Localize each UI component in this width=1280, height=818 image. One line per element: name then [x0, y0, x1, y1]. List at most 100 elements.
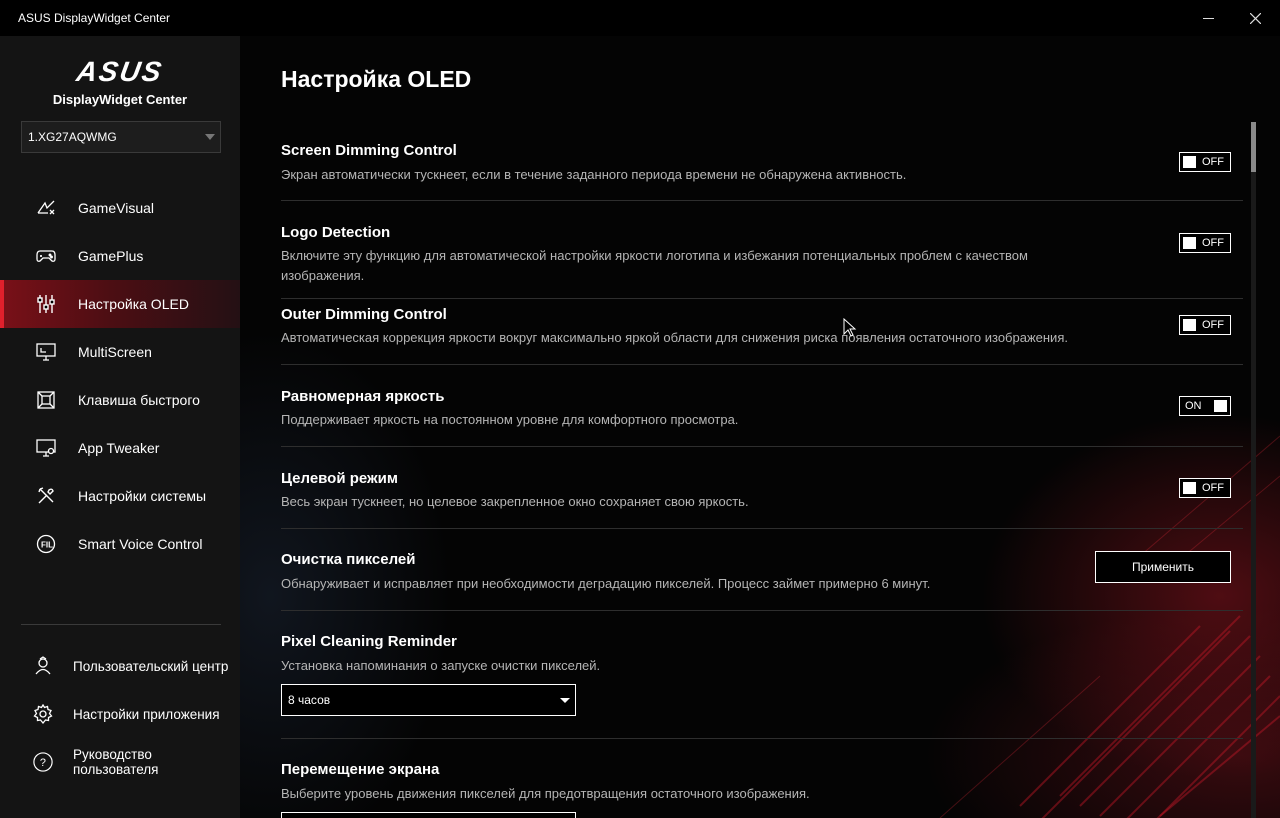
multiscreen-icon	[36, 342, 56, 362]
sidebar-nav: GameVisual GamePlus Настройка OLED Multi…	[0, 184, 240, 568]
toggle-knob	[1183, 156, 1196, 168]
setting-description: Обнаруживает и исправляет при необходимо…	[281, 576, 931, 591]
setting-description: Поддерживает яркость на постоянном уровн…	[281, 412, 739, 427]
minimize-button[interactable]	[1193, 6, 1223, 30]
sidebar-item-app-settings[interactable]: Настройки приложения	[0, 690, 240, 738]
setting-description: Автоматическая коррекция яркости вокруг …	[281, 330, 1068, 345]
sidebar-item-gameplus[interactable]: GamePlus	[0, 232, 240, 280]
sidebar-item-label: Руководство пользователя	[73, 747, 159, 777]
tools-icon	[36, 486, 56, 506]
setting-pixel-cleaning-reminder: Pixel Cleaning Reminder Установка напоми…	[281, 611, 1243, 739]
uniform-brightness-toggle[interactable]: ON	[1179, 396, 1231, 416]
apply-button[interactable]: Применить	[1095, 551, 1231, 583]
logo-detection-toggle[interactable]: OFF	[1179, 233, 1231, 253]
setting-description: Весь экран тускнеет, но целевое закрепле…	[281, 494, 749, 509]
toggle-state: OFF	[1202, 319, 1224, 331]
setting-description: Включите эту функцию для автоматической …	[281, 248, 1028, 283]
sidebar-item-user-guide[interactable]: ? Руководство пользователя	[0, 738, 240, 786]
sidebar: ASUS DisplayWidget Center 1.XG27AQWMG Ga…	[0, 36, 240, 818]
sidebar-item-label: GameVisual	[78, 200, 155, 216]
help-icon: ?	[33, 752, 53, 772]
setting-title: Очистка пикселей	[281, 551, 416, 568]
toggle-knob	[1214, 400, 1227, 412]
toggle-state: OFF	[1202, 482, 1224, 494]
setting-description: Установка напоминания о запуске очистки …	[281, 658, 601, 673]
sidebar-item-label: Настройки приложения	[73, 706, 220, 722]
product-name: DisplayWidget Center	[52, 92, 188, 107]
sidebar-item-system-settings[interactable]: Настройки системы	[0, 472, 240, 520]
chevron-down-icon	[205, 134, 215, 140]
sidebar-item-label: Настройка OLED	[78, 296, 189, 312]
setting-screen-dimming: Screen Dimming Control Экран автоматичес…	[281, 132, 1243, 201]
svg-text:FIL: FIL	[41, 541, 53, 550]
setting-target-mode: Целевой режим Весь экран тускнеет, но це…	[281, 447, 1243, 529]
setting-title: Outer Dimming Control	[281, 306, 447, 323]
asus-logo: ASUS DisplayWidget Center	[0, 56, 240, 107]
toggle-knob	[1183, 482, 1196, 494]
setting-title: Pixel Cleaning Reminder	[281, 633, 457, 650]
close-button[interactable]	[1240, 6, 1270, 30]
user-center-icon	[33, 656, 53, 676]
app-tweaker-icon	[36, 438, 56, 458]
title-bar: ASUS DisplayWidget Center	[0, 0, 1280, 36]
toggle-state: ON	[1185, 400, 1202, 412]
toggle-state: OFF	[1202, 237, 1224, 249]
sidebar-item-app-tweaker[interactable]: App Tweaker	[0, 424, 240, 472]
setting-description: Выберите уровень движения пикселей для п…	[281, 786, 810, 801]
sidebar-item-oled[interactable]: Настройка OLED	[0, 280, 240, 328]
brand-logo: ASUS	[74, 56, 166, 87]
toggle-state: OFF	[1202, 156, 1224, 168]
reminder-interval-value: 8 часов	[288, 693, 331, 707]
mouse-cursor-icon	[843, 318, 857, 337]
reminder-interval-select[interactable]: 8 часов	[281, 684, 576, 716]
voice-control-icon: FIL	[36, 534, 56, 554]
gear-icon	[33, 704, 53, 724]
sidebar-item-label: App Tweaker	[78, 440, 160, 456]
sidebar-item-label: Настройки системы	[78, 488, 207, 504]
setting-pixel-cleaning: Очистка пикселей Обнаруживает и исправля…	[281, 529, 1243, 611]
oled-sliders-icon	[36, 294, 56, 314]
sidebar-item-smart-voice[interactable]: FIL Smart Voice Control	[0, 520, 240, 568]
sidebar-item-label: Smart Voice Control	[78, 536, 203, 552]
sidebar-item-label: MultiScreen	[78, 344, 152, 360]
toggle-knob	[1183, 319, 1196, 331]
sidebar-item-label: Клавиша быстрого	[78, 392, 200, 408]
outer-dimming-toggle[interactable]: OFF	[1179, 315, 1231, 335]
monitor-select-value: 1.XG27AQWMG	[28, 130, 117, 144]
sidebar-bottom-nav: Пользовательский центр Настройки приложе…	[0, 642, 240, 786]
close-icon	[1249, 12, 1261, 24]
svg-text:?: ?	[40, 757, 46, 769]
window-title: ASUS DisplayWidget Center	[18, 11, 171, 25]
sidebar-item-user-center[interactable]: Пользовательский центр	[0, 642, 240, 690]
sidebar-item-multiscreen[interactable]: MultiScreen	[0, 328, 240, 376]
gamevisual-icon	[36, 198, 56, 218]
setting-outer-dimming: Outer Dimming Control Автоматическая кор…	[281, 299, 1243, 365]
gamepad-icon	[36, 246, 56, 266]
sidebar-item-hotkey[interactable]: Клавиша быстрого	[0, 376, 240, 424]
screen-dimming-toggle[interactable]: OFF	[1179, 152, 1231, 172]
sidebar-item-gamevisual[interactable]: GameVisual	[0, 184, 240, 232]
setting-logo-detection: Logo Detection Включите эту функцию для …	[281, 201, 1243, 299]
sidebar-item-label: Пользовательский центр	[73, 658, 229, 674]
setting-description: Экран автоматически тускнеет, если в теч…	[281, 167, 907, 182]
monitor-select[interactable]: 1.XG27AQWMG	[21, 121, 221, 153]
page-title: Настройка OLED	[281, 66, 472, 92]
setting-title: Screen Dimming Control	[281, 142, 457, 159]
setting-title: Целевой режим	[281, 470, 398, 487]
main-panel: Настройка OLED Screen Dimming Control Эк…	[240, 36, 1280, 818]
target-mode-toggle[interactable]: OFF	[1179, 478, 1231, 498]
setting-uniform-brightness: Равномерная яркость Поддерживает яркость…	[281, 365, 1243, 447]
sidebar-divider	[21, 624, 221, 625]
setting-title: Logo Detection	[281, 224, 391, 241]
sidebar-item-label: GamePlus	[78, 248, 144, 264]
setting-title: Равномерная яркость	[281, 388, 445, 405]
chevron-down-icon	[560, 698, 570, 703]
scrollbar-thumb[interactable]	[1251, 122, 1256, 172]
hotkey-icon	[36, 390, 56, 410]
setting-title: Перемещение экрана	[281, 761, 440, 778]
minimize-icon	[1202, 17, 1214, 19]
screen-move-select[interactable]	[281, 812, 576, 818]
setting-screen-move: Перемещение экрана Выберите уровень движ…	[281, 739, 1243, 818]
scrollbar[interactable]	[1251, 122, 1256, 818]
toggle-knob	[1183, 237, 1196, 249]
